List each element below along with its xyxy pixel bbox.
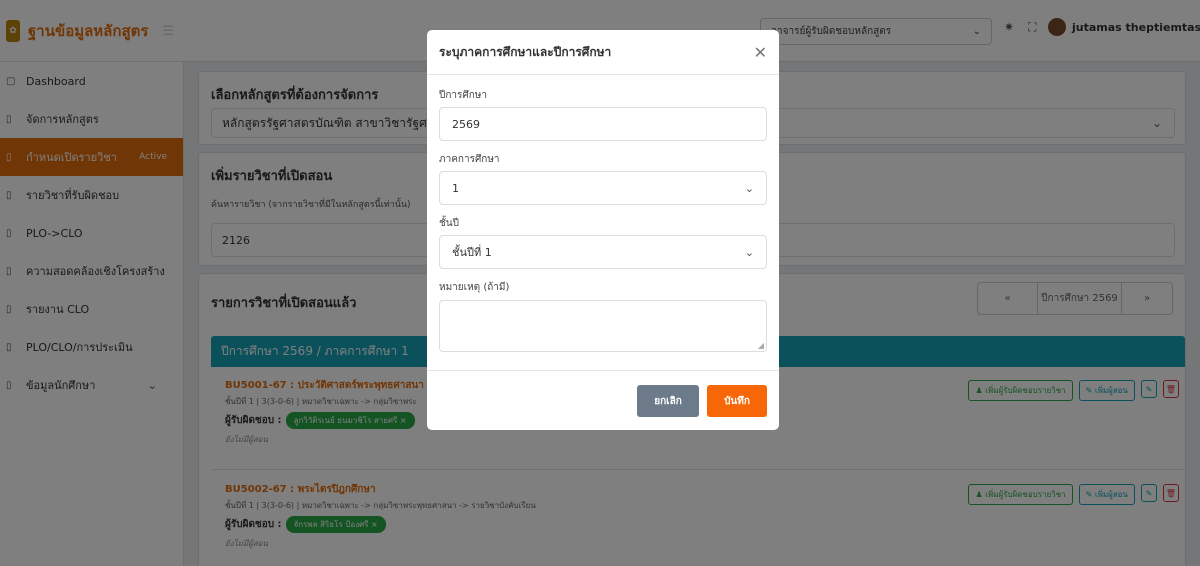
grade-select[interactable]: ชั้นปีที่ 1 ⌄ xyxy=(439,235,767,269)
note-label: หมายเหตุ (ถ้ามี) xyxy=(439,282,510,293)
chevron-down-icon: ⌄ xyxy=(744,181,754,195)
grade-value: ชั้นปีที่ 1 xyxy=(452,246,492,259)
resize-grip-icon[interactable]: ◢ xyxy=(758,341,764,350)
year-label: ปีการศึกษา xyxy=(439,90,487,101)
chevron-down-icon: ⌄ xyxy=(744,245,754,259)
year-value: 2569 xyxy=(452,117,480,131)
cancel-button[interactable]: ยกเลิก xyxy=(637,385,699,417)
grade-label: ชั้นปี xyxy=(439,218,459,229)
save-button[interactable]: บันทึก xyxy=(707,385,767,417)
modal-title: ระบุภาคการศึกษาและปีการศึกษา xyxy=(439,44,612,59)
year-input[interactable]: 2569 xyxy=(439,107,767,141)
term-label: ภาคการศึกษา xyxy=(439,154,500,165)
term-year-modal: ระบุภาคการศึกษาและปีการศึกษา ✕ ปีการศึกษ… xyxy=(427,30,779,430)
modal-footer: ยกเลิก บันทึก xyxy=(427,370,779,430)
note-textarea[interactable]: ◢ xyxy=(439,300,767,352)
term-value: 1 xyxy=(452,181,459,195)
term-select[interactable]: 1 ⌄ xyxy=(439,171,767,205)
modal-header: ระบุภาคการศึกษาและปีการศึกษา ✕ xyxy=(427,30,779,75)
close-icon[interactable]: ✕ xyxy=(754,43,767,62)
